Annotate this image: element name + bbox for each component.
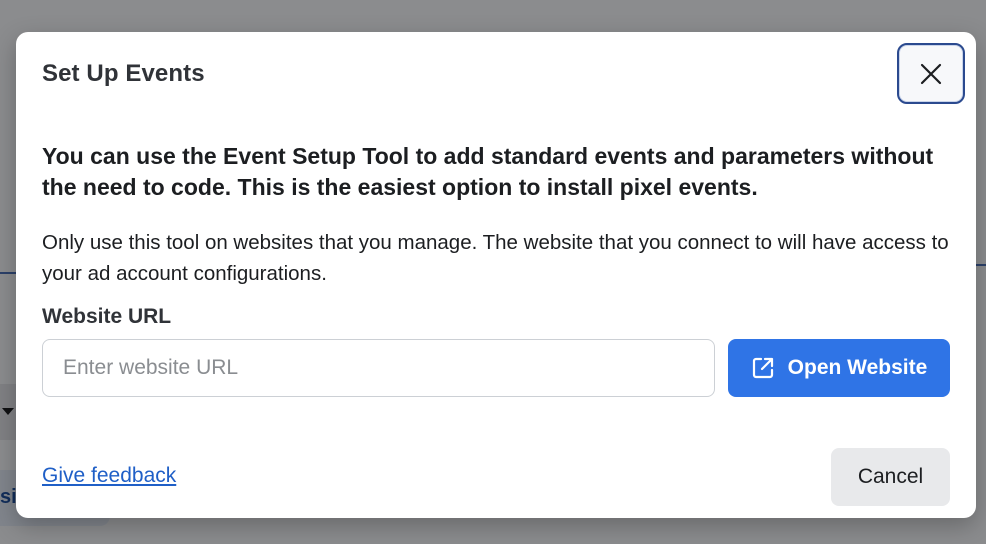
close-button[interactable] bbox=[897, 43, 965, 104]
open-website-button[interactable]: Open Website bbox=[728, 339, 950, 397]
website-url-label: Website URL bbox=[42, 305, 172, 328]
dialog-headline: You can use the Event Setup Tool to add … bbox=[42, 143, 934, 200]
close-icon bbox=[920, 63, 942, 84]
cancel-button[interactable]: Cancel bbox=[831, 448, 950, 506]
open-website-label: Open Website bbox=[787, 356, 928, 379]
dialog-description: Only use this tool on websites that you … bbox=[42, 231, 949, 285]
website-url-input[interactable] bbox=[42, 339, 715, 397]
setup-events-dialog: Set Up Events You can use the Event Setu… bbox=[16, 32, 976, 518]
external-link-icon bbox=[752, 357, 773, 379]
give-feedback-link[interactable]: Give feedback bbox=[42, 464, 176, 488]
dialog-title: Set Up Events bbox=[42, 60, 205, 87]
